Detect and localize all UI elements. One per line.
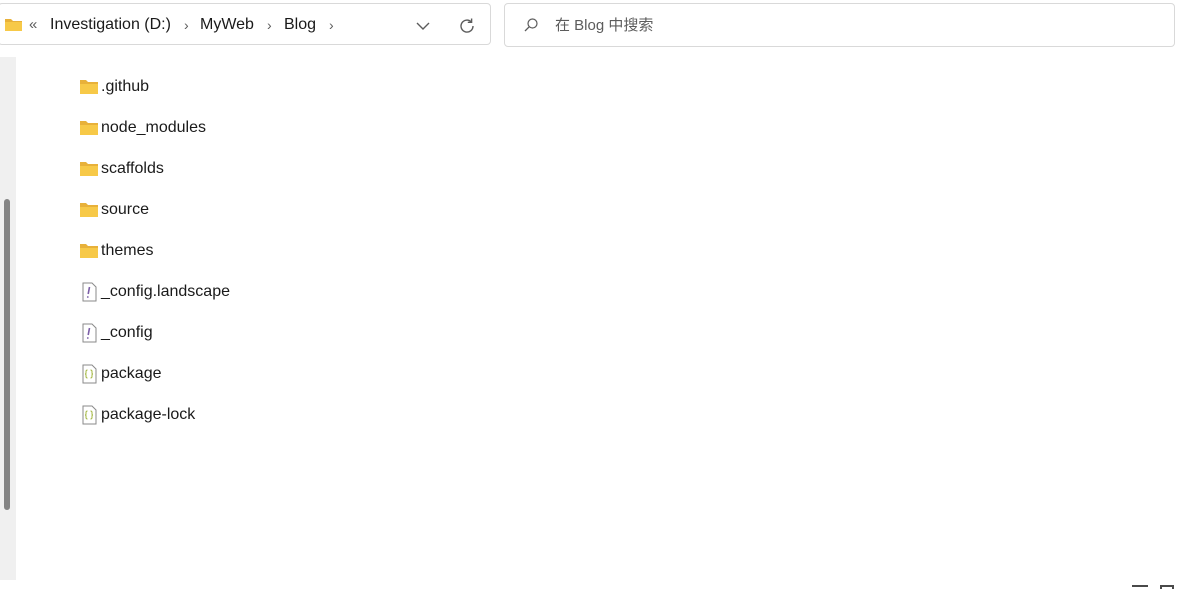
- breadcrumb-drive[interactable]: Investigation (D:): [50, 16, 171, 34]
- scrollbar-thumb[interactable]: [4, 199, 10, 510]
- list-item[interactable]: themes: [78, 230, 678, 271]
- file-name: scaffolds: [101, 159, 164, 177]
- list-item[interactable]: _config: [78, 312, 678, 353]
- list-item[interactable]: scaffolds: [78, 148, 678, 189]
- file-name: .github: [101, 77, 150, 95]
- folder-icon: [78, 117, 100, 139]
- file-name: source: [101, 200, 150, 218]
- breadcrumb-separator[interactable]: ›: [329, 16, 334, 34]
- breadcrumb-separator[interactable]: ›: [267, 16, 272, 34]
- list-item[interactable]: package-lock: [78, 394, 678, 435]
- folder-icon: [78, 240, 100, 262]
- search-icon: [523, 17, 539, 33]
- breadcrumb-blog[interactable]: Blog: [284, 16, 316, 34]
- details-view-icon[interactable]: [1132, 585, 1148, 589]
- folder-icon: [78, 199, 100, 221]
- refresh-icon[interactable]: [457, 16, 477, 36]
- list-item[interactable]: _config.landscape: [78, 271, 678, 312]
- file-list: .github node_modules scaffolds source th…: [78, 66, 678, 435]
- toolbar: « Investigation (D:) › MyWeb › Blog › 在 …: [0, 0, 1182, 56]
- search-placeholder: 在 Blog 中搜索: [555, 17, 654, 34]
- chevron-down-icon[interactable]: [414, 17, 432, 35]
- list-item[interactable]: .github: [78, 66, 678, 107]
- list-item[interactable]: source: [78, 189, 678, 230]
- list-item[interactable]: node_modules: [78, 107, 678, 148]
- overflow-chevron[interactable]: «: [29, 16, 37, 34]
- json-file-icon: [78, 404, 100, 426]
- breadcrumb-myweb[interactable]: MyWeb: [200, 16, 254, 34]
- file-name: _config: [101, 323, 153, 341]
- yaml-file-icon: [78, 322, 100, 344]
- large-icons-view-icon[interactable]: [1160, 585, 1174, 589]
- folder-icon: [78, 76, 100, 98]
- file-name: _config.landscape: [101, 282, 230, 300]
- folder-icon: [4, 16, 23, 33]
- list-item[interactable]: package: [78, 353, 678, 394]
- breadcrumb-separator[interactable]: ›: [184, 16, 189, 34]
- search-input[interactable]: 在 Blog 中搜索: [504, 3, 1175, 47]
- yaml-file-icon: [78, 281, 100, 303]
- json-file-icon: [78, 363, 100, 385]
- file-name: themes: [101, 241, 154, 259]
- file-name: package-lock: [101, 405, 196, 423]
- folder-icon: [78, 158, 100, 180]
- file-name: node_modules: [101, 118, 206, 136]
- file-name: package: [101, 364, 162, 382]
- address-bar[interactable]: « Investigation (D:) › MyWeb › Blog ›: [0, 3, 491, 45]
- navigation-pane[interactable]: [0, 57, 16, 580]
